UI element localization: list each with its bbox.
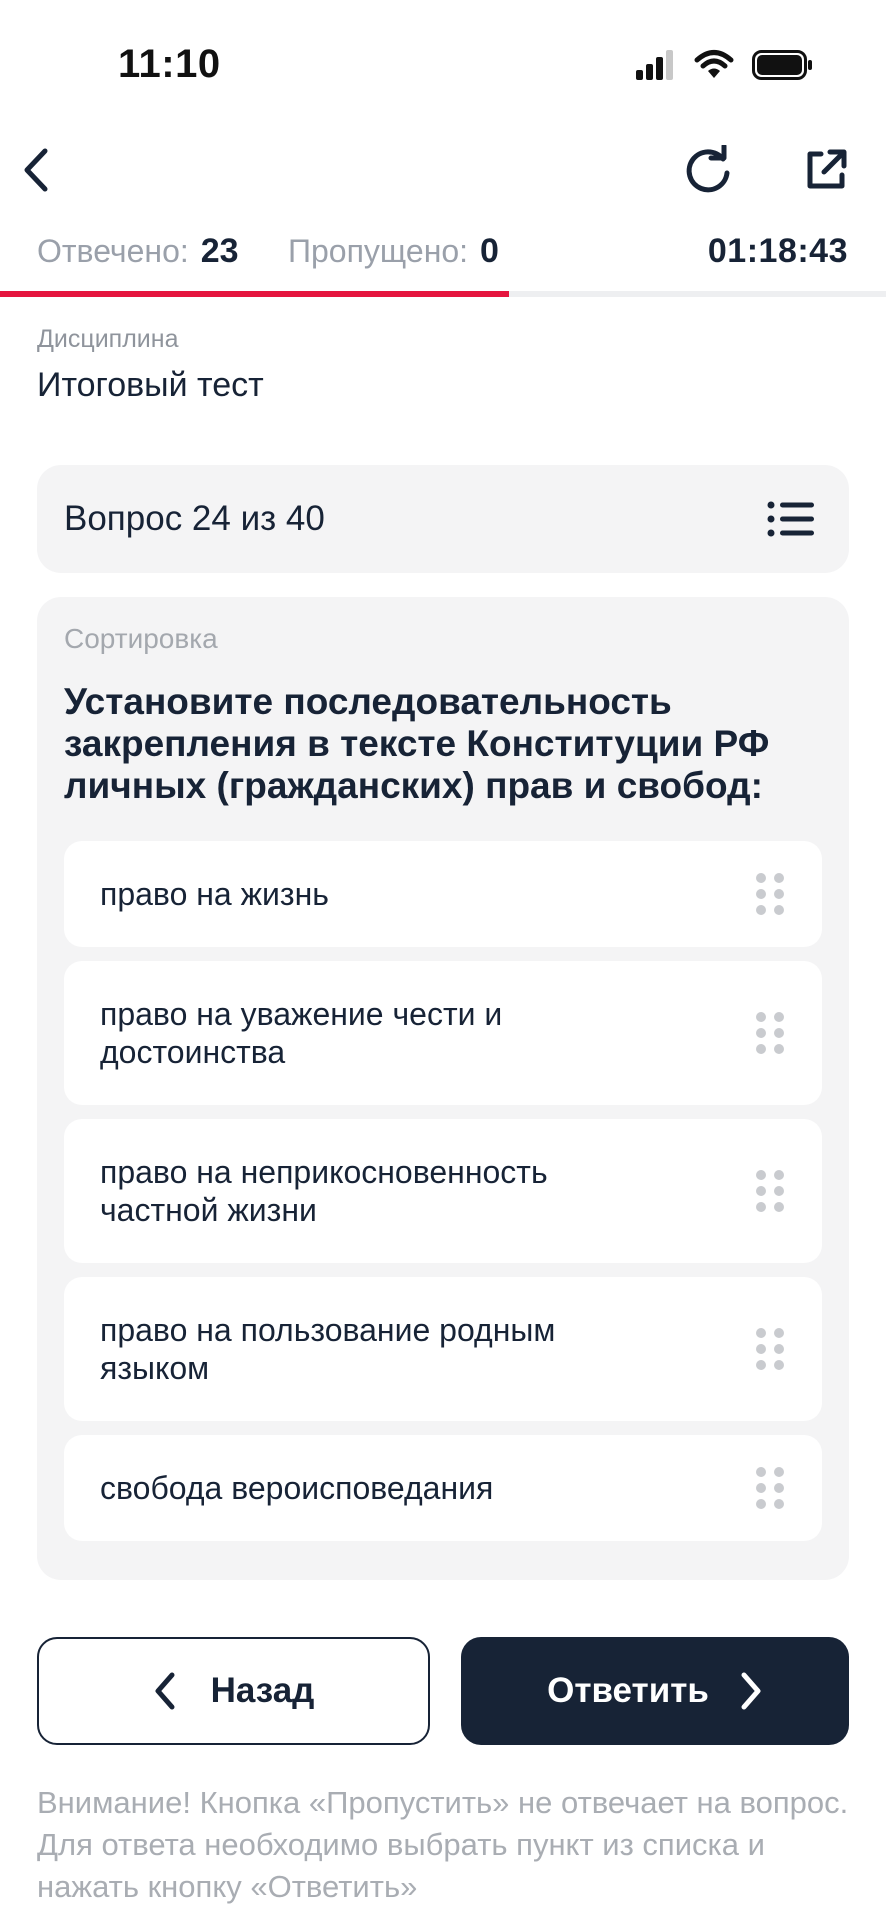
refresh-icon [686,145,730,193]
sort-option[interactable]: право на пользование родным языком [64,1277,822,1421]
progress-fill [0,291,510,297]
question-number: Вопрос 24 из 40 [64,499,325,538]
skipped-label: Пропущено: [288,233,469,269]
signal-icon [636,50,673,80]
back-button[interactable] [4,138,68,202]
drag-handle-icon[interactable] [756,1012,784,1054]
share-icon [807,149,847,189]
option-label: право на уважение чести и достоинства [100,996,503,1070]
status-time: 11:10 [118,42,221,86]
battery-icon [752,50,812,80]
question-type: Сортировка [64,623,218,654]
question-card: Сортировка Установите последовательность… [37,597,849,1580]
sort-option[interactable]: право на неприкосновенность частной жизн… [64,1119,822,1263]
list-icon [767,501,814,537]
option-label: право на жизнь [100,876,329,912]
sort-option[interactable]: свобода вероисповедания [64,1435,822,1541]
back-icon [24,148,48,192]
skip-notice: Внимание! Кнопка «Пропустить» не отвечае… [37,1785,849,1904]
question-list-button[interactable] [763,491,819,547]
chevron-left-icon [155,1672,175,1710]
drag-handle-icon[interactable] [756,1170,784,1212]
chevron-right-icon [741,1672,761,1710]
answered-label: Отвечено: [37,233,189,269]
sort-option[interactable]: право на жизнь [64,841,822,947]
discipline-value: Итоговый тест [37,366,264,404]
option-label: свобода вероисповедания [100,1470,494,1506]
drag-handle-icon[interactable] [756,1328,784,1370]
option-label: право на неприкосновенность частной жизн… [100,1154,548,1228]
timer: 01:18:43 [707,232,848,270]
sort-option[interactable]: право на уважение чести и достоинства [64,961,822,1105]
answered-value: 23 [200,232,239,270]
share-button[interactable] [794,138,858,202]
answered-counter: Отвечено: 23 [37,232,239,271]
prev-button[interactable]: Назад [37,1637,430,1745]
wifi-icon [694,50,734,78]
skipped-value: 0 [480,232,499,270]
drag-handle-icon[interactable] [756,873,784,915]
drag-handle-icon[interactable] [756,1467,784,1509]
question-text: Установите последовательность закреплени… [64,681,770,806]
discipline-label: Дисциплина [37,325,179,353]
answer-button[interactable]: Ответить [461,1637,849,1745]
prev-button-label: Назад [210,1671,315,1710]
refresh-button[interactable] [676,138,740,202]
question-header: Вопрос 24 из 40 [37,465,849,573]
answer-button-label: Ответить [547,1671,709,1710]
skipped-counter: Пропущено: 0 [288,232,499,271]
option-label: право на пользование родным языком [100,1312,556,1386]
